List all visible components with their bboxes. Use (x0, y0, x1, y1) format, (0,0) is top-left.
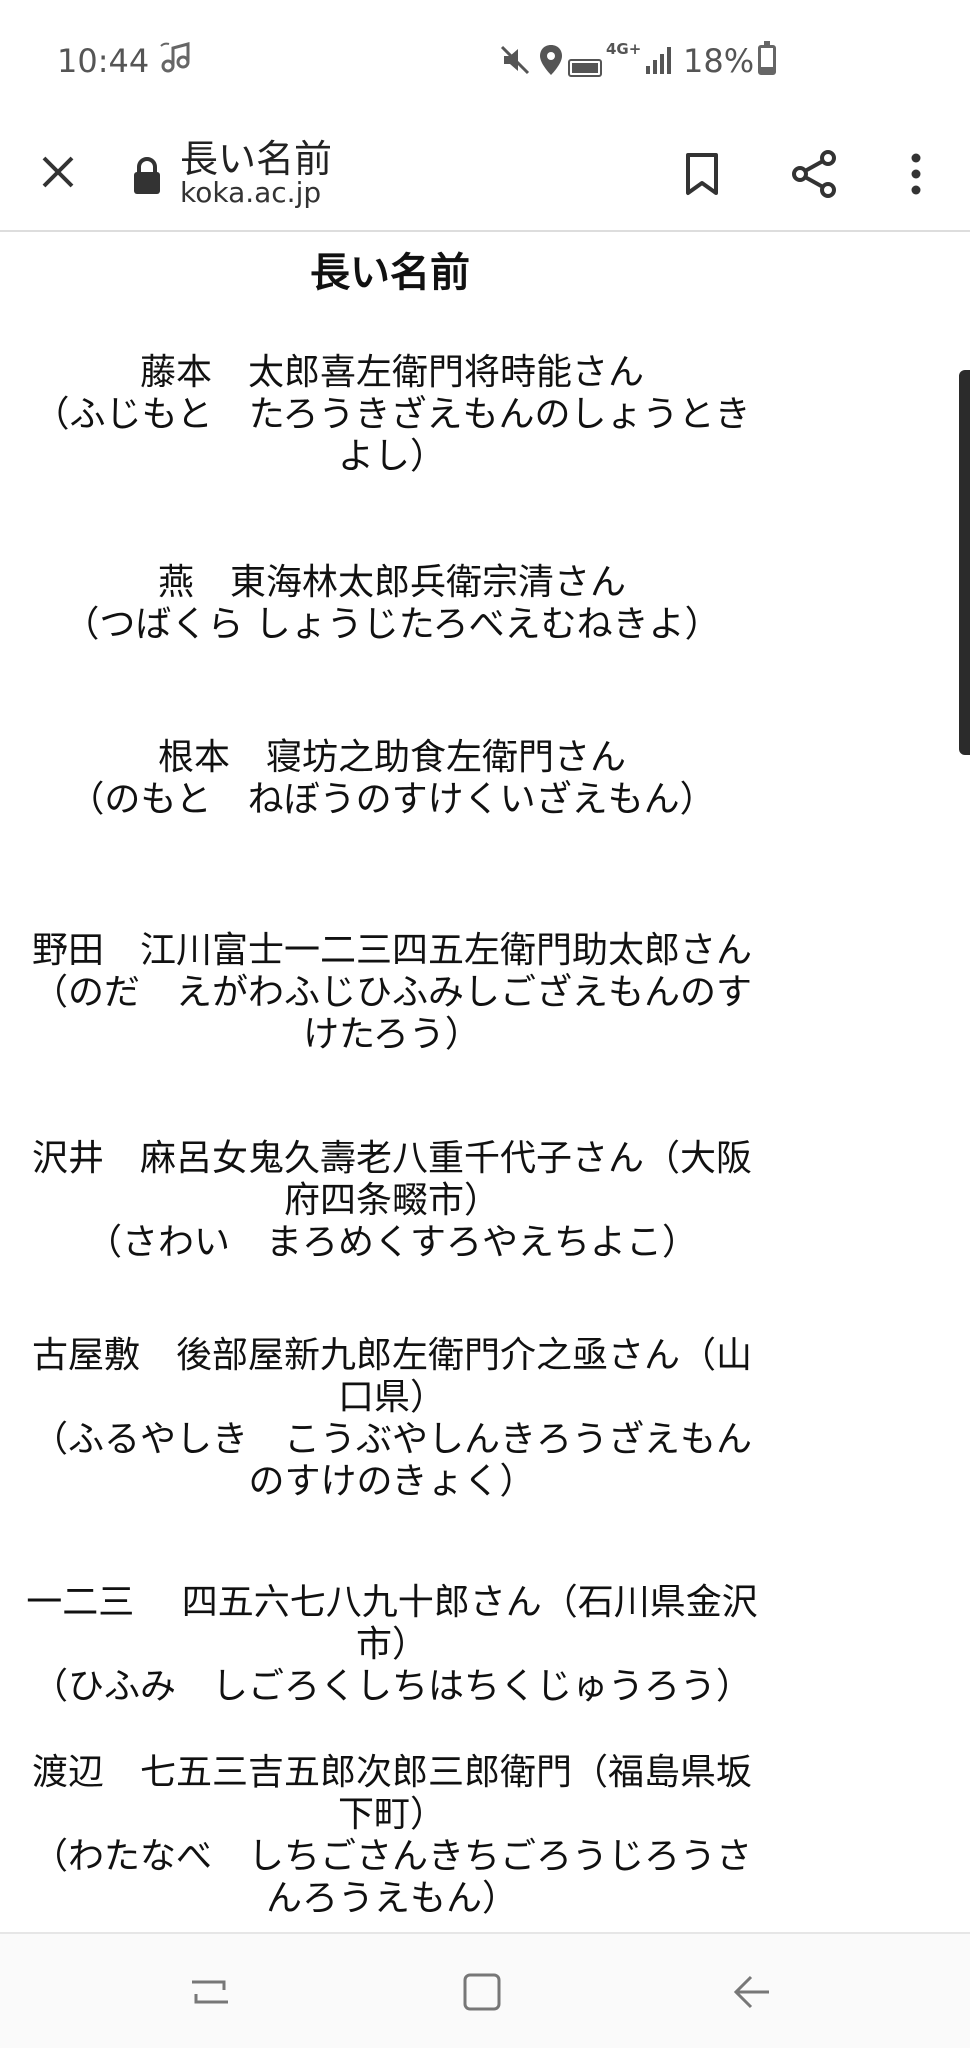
name-entry: 燕 東海林太郎兵衛宗清さん （つばくら しょうじたろべえむねきよ） (0, 562, 800, 646)
entry-line: 野田 江川富士一二三四五左衛門助太郎さん (31, 930, 752, 971)
volte-icon (568, 50, 602, 85)
page-title: 長い名前 (180, 137, 333, 181)
entry-line: 根本 寝坊之助食左衛門さん (157, 737, 626, 778)
close-icon (42, 156, 74, 188)
home-icon (463, 1973, 501, 2011)
entry-line: のすけのきょく） (248, 1461, 536, 1502)
close-button[interactable] (30, 144, 86, 200)
entry-line: 藤本 太郎喜左衛門将時能さん (139, 352, 644, 393)
home-button[interactable] (452, 1962, 512, 2022)
status-bar: 10:44 4G+ 18% (0, 0, 970, 120)
share-icon (792, 150, 836, 198)
status-time: 10:44 (57, 42, 150, 80)
mute-icon (500, 44, 530, 84)
lock-icon (132, 156, 162, 196)
music-note-icon (158, 40, 194, 84)
entry-line: （ふじもと たろうきざえもんのしょうとき (33, 394, 751, 435)
page-domain: koka.ac.jp (180, 176, 322, 209)
back-icon (733, 1975, 769, 2009)
entry-line: （さわい まろめくすろやえちよこ） (85, 1222, 698, 1263)
name-entry: 藤本 太郎喜左衛門将時能さん （ふじもと たろうきざえもんのしょうとき よし） (0, 352, 800, 478)
custom-tab-toolbar: 長い名前 koka.ac.jp (0, 120, 970, 232)
entry-line: （つばくら しょうじたろべえむねきよ） (63, 604, 721, 645)
back-button[interactable] (722, 1962, 782, 2022)
name-entry: 古屋敷 後部屋新九郎左衛門介之亟さん（山 口県） （ふるやしき こうぶやしんきろ… (0, 1335, 800, 1503)
signal-icon (644, 44, 674, 84)
entry-line: 下町） (337, 1794, 446, 1835)
more-options-button[interactable] (884, 142, 948, 206)
entry-line: 沢井 麻呂女鬼久壽老八重千代子さん（大阪 (31, 1138, 752, 1179)
bookmark-button[interactable] (670, 142, 734, 206)
entry-line: 府四条畷市） (283, 1180, 500, 1221)
entry-line: 古屋敷 後部屋新九郎左衛門介之亟さん（山 (31, 1335, 752, 1376)
entry-line: （のだ えがわふじひふみしござえもんのす (31, 972, 752, 1013)
entry-line: んろうえもん） (265, 1878, 518, 1919)
recent-apps-button[interactable] (180, 1962, 240, 2022)
battery-icon (758, 41, 776, 75)
entry-line: 口県） (337, 1377, 446, 1418)
entry-line: （わたなべ しちごさんきちごろうじろうさ (31, 1836, 752, 1877)
entry-line: （のもと ねぼうのすけくいざえもん） (68, 779, 716, 820)
entry-line: 燕 東海林太郎兵衛宗清さん (157, 562, 626, 603)
entry-line: 市） (355, 1624, 428, 1665)
network-icon: 4G+ (606, 40, 642, 58)
name-entry: 渡辺 七五三吉五郎次郎三郎衛門（福島県坂 下町） （わたなべ しちごさんきちごろ… (0, 1752, 800, 1920)
entry-line: 渡辺 七五三吉五郎次郎三郎衛門（福島県坂 (31, 1752, 752, 1793)
system-nav-bar (0, 1932, 970, 2048)
name-entry: 根本 寝坊之助食左衛門さん （のもと ねぼうのすけくいざえもん） (0, 737, 800, 821)
more-icon (911, 153, 921, 195)
battery-percent: 18% (683, 42, 755, 80)
entry-line: 一二三 四五六七八九十郎さん（石川県金沢 (26, 1582, 758, 1623)
location-icon (538, 44, 564, 84)
recent-apps-icon (192, 1980, 228, 2004)
share-button[interactable] (782, 142, 846, 206)
name-entry: 野田 江川富士一二三四五左衛門助太郎さん （のだ えがわふじひふみしござえもんの… (0, 930, 800, 1056)
scrollbar-thumb[interactable] (959, 370, 970, 755)
entry-line: （ひふみ しごろくしちはちくじゅうろう） (31, 1666, 752, 1707)
entry-line: よし） (337, 436, 446, 477)
content-heading: 長い名前 (310, 250, 470, 296)
name-entry: 一二三 四五六七八九十郎さん（石川県金沢 市） （ひふみ しごろくしちはちくじゅ… (0, 1582, 800, 1708)
page-content: 長い名前 藤本 太郎喜左衛門将時能さん （ふじもと たろうきざえもんのしょうとき… (0, 232, 800, 1924)
bookmark-icon (686, 153, 718, 195)
entry-line: けたろう） (303, 1014, 481, 1055)
entry-line: （ふるやしき こうぶやしんきろうざえもん (31, 1419, 752, 1460)
name-entry: 沢井 麻呂女鬼久壽老八重千代子さん（大阪 府四条畷市） （さわい まろめくすろや… (0, 1138, 800, 1264)
